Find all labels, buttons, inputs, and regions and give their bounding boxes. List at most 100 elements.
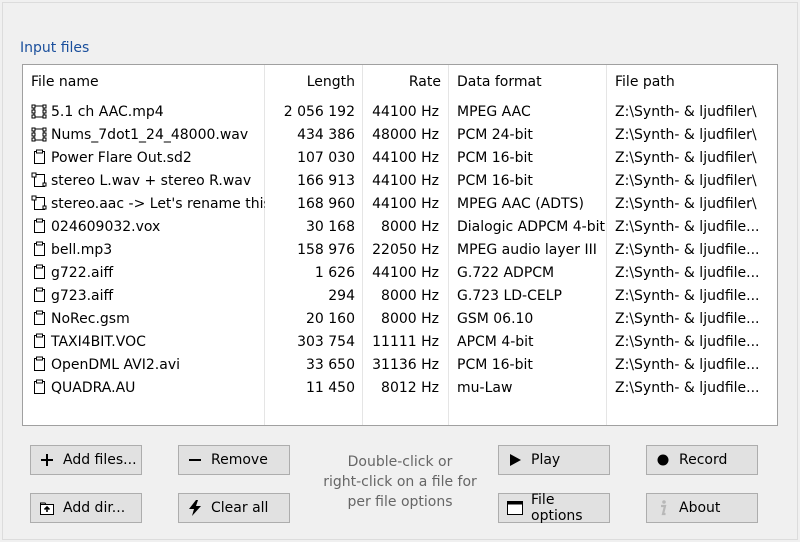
add-files-button[interactable]: Add files... — [30, 445, 142, 475]
data-format-cell: mu-Law — [457, 380, 513, 396]
column-header-length[interactable]: Length — [265, 65, 363, 99]
length-cell: 166 913 — [297, 173, 355, 189]
file-path-cell: Z:\Synth- & ljudfile... — [615, 265, 760, 281]
add-folder-icon — [39, 500, 55, 516]
about-button[interactable]: About — [646, 493, 758, 523]
mono-file-icon — [31, 379, 47, 395]
hint-text: Double-click or right-click on a file fo… — [310, 452, 490, 512]
remove-label: Remove — [211, 452, 268, 468]
file-path-cell: Z:\Synth- & ljudfile... — [615, 334, 760, 350]
play-icon — [507, 452, 523, 468]
rate-cell: 44100 Hz — [372, 150, 439, 166]
file-name-text: Nums_7dot1_24_48000.wav — [51, 127, 249, 143]
rate-cell: 8000 Hz — [381, 288, 439, 304]
add-files-label: Add files... — [63, 452, 137, 468]
file-name-text: stereo.aac -> Let's rename this — [51, 196, 265, 212]
file-path-cell: Z:\Synth- & ljudfile... — [615, 242, 760, 258]
table-row[interactable]: NoRec.gsm 20 160 8000 Hz GSM 06.10 Z:\Synth-… — [23, 308, 777, 331]
clear-all-button[interactable]: Clear all — [178, 493, 290, 523]
file-path-cell: Z:\Synth- & ljudfile... — [615, 357, 760, 373]
window-icon — [507, 500, 523, 516]
play-button[interactable]: Play — [498, 445, 610, 475]
file-options-label: File options — [531, 492, 583, 524]
hint-line: right-click on a file for — [323, 474, 477, 490]
mono-file-icon — [31, 218, 47, 234]
table-row[interactable]: OpenDML AVI2.avi 33 650 31136 Hz PCM 16-bit… — [23, 354, 777, 377]
rate-cell: 8000 Hz — [381, 311, 439, 327]
file-name-cell: NoRec.gsm — [31, 308, 265, 331]
length-cell: 20 160 — [306, 311, 355, 327]
data-format-cell: PCM 16-bit — [457, 150, 533, 166]
file-name-text: QUADRA.AU — [51, 380, 136, 396]
input-files-group-title: Input files — [20, 40, 90, 56]
hint-line: per file options — [347, 494, 453, 510]
about-label: About — [679, 500, 721, 516]
file-name-cell: bell.mp3 — [31, 239, 265, 262]
file-name-cell: Power Flare Out.sd2 — [31, 147, 265, 170]
file-path-cell: Z:\Synth- & ljudfile... — [615, 219, 760, 235]
file-name-text: NoRec.gsm — [51, 311, 130, 327]
table-row[interactable]: QUADRA.AU 11 450 8012 Hz mu-Law Z:\Synth- & … — [23, 377, 777, 400]
column-header-data-format[interactable]: Data format — [449, 65, 607, 99]
file-path-cell: Z:\Synth- & ljudfile... — [615, 380, 760, 396]
column-header-rate[interactable]: Rate — [363, 65, 449, 99]
table-row[interactable]: g723.aiff 294 8000 Hz G.723 LD-CELP Z:\Synth… — [23, 285, 777, 308]
rate-cell: 44100 Hz — [372, 196, 439, 212]
mono-file-icon — [31, 264, 47, 280]
remove-button[interactable]: Remove — [178, 445, 290, 475]
table-row[interactable]: TAXI4BIT.VOC 303 754 11111 Hz APCM 4-bit Z:\… — [23, 331, 777, 354]
column-header-file-name[interactable]: File name — [23, 65, 265, 99]
table-row[interactable]: stereo L.wav + stereo R.wav 166 913 44100 … — [23, 170, 777, 193]
file-name-text: bell.mp3 — [51, 242, 113, 258]
lightning-icon — [187, 500, 203, 516]
length-cell: 11 450 — [306, 380, 355, 396]
data-format-cell: PCM 16-bit — [457, 357, 533, 373]
data-format-cell: MPEG audio layer III — [457, 242, 597, 258]
file-name-cell: OpenDML AVI2.avi — [31, 354, 265, 377]
record-button[interactable]: Record — [646, 445, 758, 475]
table-row[interactable]: bell.mp3 158 976 22050 Hz MPEG audio layer … — [23, 239, 777, 262]
file-path-cell: Z:\Synth- & ljudfiler\ — [615, 173, 757, 189]
stereo-file-icon — [31, 172, 47, 188]
list-header: File name Length Rate Data format File p… — [23, 65, 777, 99]
rate-cell: 48000 Hz — [372, 127, 439, 143]
input-files-list[interactable]: File name Length Rate Data format File p… — [22, 64, 778, 426]
file-name-text: 5.1 ch AAC.mp4 — [51, 104, 164, 120]
length-cell: 294 — [328, 288, 355, 304]
length-cell: 2 056 192 — [283, 104, 355, 120]
table-row[interactable]: 024609032.vox 30 168 8000 Hz Dialogic ADPCM… — [23, 216, 777, 239]
file-name-cell: stereo.aac -> Let's rename this — [31, 193, 265, 216]
rate-cell: 8000 Hz — [381, 219, 439, 235]
file-name-text: 024609032.vox — [51, 219, 161, 235]
mono-file-icon — [31, 241, 47, 257]
table-row[interactable]: g722.aiff 1 626 44100 Hz G.722 ADPCM Z:\Synt… — [23, 262, 777, 285]
file-name-cell: 024609032.vox — [31, 216, 265, 239]
file-name-text: OpenDML AVI2.avi — [51, 357, 181, 373]
data-format-cell: G.723 LD-CELP — [457, 288, 562, 304]
column-header-file-path[interactable]: File path — [607, 65, 777, 99]
mono-file-icon — [31, 356, 47, 372]
table-row[interactable]: 5.1 ch AAC.mp4 2 056 192 44100 Hz MPEG AAC Z… — [23, 101, 777, 124]
length-cell: 33 650 — [306, 357, 355, 373]
file-name-text: g722.aiff — [51, 265, 114, 281]
file-path-cell: Z:\Synth- & ljudfiler\ — [615, 104, 757, 120]
table-row[interactable]: Nums_7dot1_24_48000.wav 434 386 48000 Hz PC… — [23, 124, 777, 147]
table-row[interactable]: Power Flare Out.sd2 107 030 44100 Hz PCM 16… — [23, 147, 777, 170]
data-format-cell: PCM 16-bit — [457, 173, 533, 189]
multichannel-file-icon — [31, 103, 47, 119]
length-cell: 434 386 — [297, 127, 355, 143]
file-path-cell: Z:\Synth- & ljudfile... — [615, 288, 760, 304]
length-cell: 303 754 — [297, 334, 355, 350]
info-icon — [655, 500, 671, 516]
data-format-cell: MPEG AAC (ADTS) — [457, 196, 584, 212]
file-options-button[interactable]: File options — [498, 492, 610, 524]
file-name-text: g723.aiff — [51, 288, 114, 304]
file-path-cell: Z:\Synth- & ljudfiler\ — [615, 196, 757, 212]
length-cell: 168 960 — [297, 196, 355, 212]
rate-cell: 44100 Hz — [372, 104, 439, 120]
rate-cell: 44100 Hz — [372, 265, 439, 281]
table-row[interactable]: stereo.aac -> Let's rename this 168 960 44… — [23, 193, 777, 216]
record-label: Record — [679, 452, 728, 468]
add-dir-button[interactable]: Add dir... — [30, 493, 142, 523]
mono-file-icon — [31, 310, 47, 326]
